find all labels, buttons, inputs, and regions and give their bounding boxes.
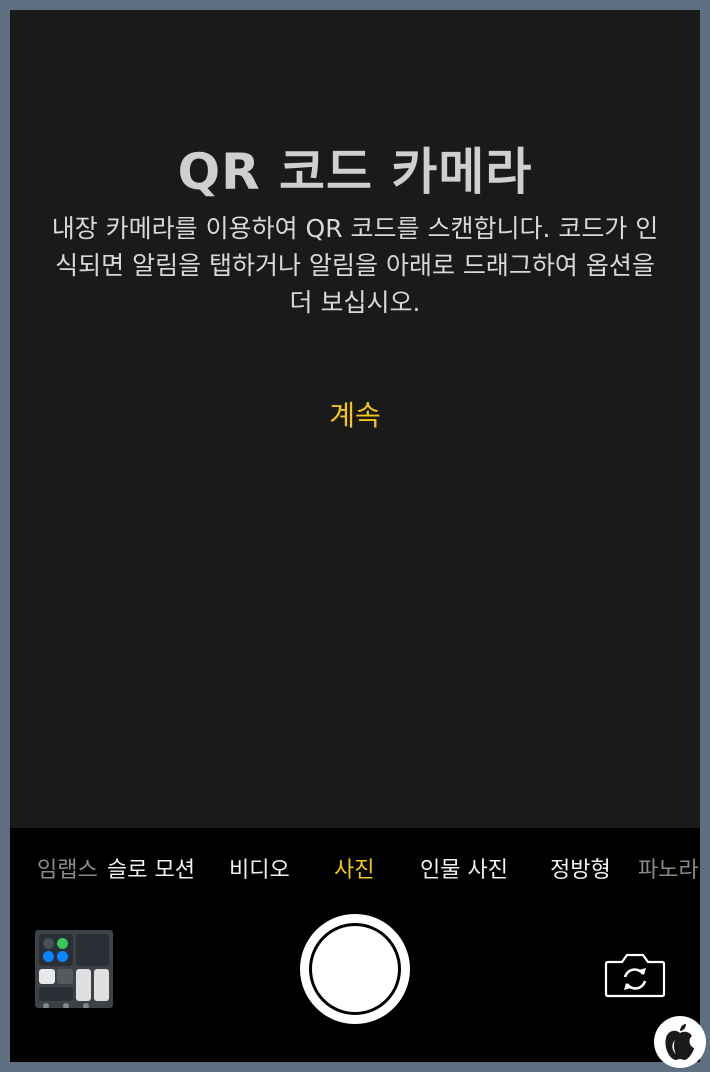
mode-photo[interactable]: 사진 — [334, 852, 374, 884]
last-photo-thumbnail[interactable] — [35, 930, 113, 1008]
viewfinder: QR 코드 카메라 내장 카메라를 이용하여 QR 코드를 스캔합니다. 코드가… — [10, 10, 700, 828]
continue-button[interactable]: 계속 — [10, 394, 700, 434]
qr-title: QR 코드 카메라 — [177, 143, 533, 201]
camera-controls: 임랩스 슬로 모션 비디오 사진 인물 사진 정방형 파노라 — [10, 828, 700, 1062]
shutter-inner-ring — [309, 923, 401, 1015]
mode-video[interactable]: 비디오 — [229, 852, 290, 884]
qr-description: 내장 카메라를 이용하여 QR 코드를 스캔합니다. 코드가 인식되면 알림을 … — [51, 214, 659, 317]
mode-timelapse[interactable]: 임랩스 — [37, 852, 98, 884]
apple-logo-icon — [654, 1016, 706, 1068]
shutter-button[interactable] — [300, 914, 410, 1024]
camera-screen: QR 코드 카메라 내장 카메라를 이용하여 QR 코드를 스캔합니다. 코드가… — [10, 10, 700, 1062]
mode-slow-motion[interactable]: 슬로 모션 — [107, 852, 195, 884]
mode-portrait[interactable]: 인물 사진 — [420, 852, 508, 884]
mode-panorama[interactable]: 파노라 — [638, 852, 699, 884]
mode-square[interactable]: 정방형 — [550, 852, 611, 884]
mode-selector: 임랩스 슬로 모션 비디오 사진 인물 사진 정방형 파노라 — [10, 852, 700, 892]
camera-flip-icon[interactable] — [604, 950, 666, 1000]
